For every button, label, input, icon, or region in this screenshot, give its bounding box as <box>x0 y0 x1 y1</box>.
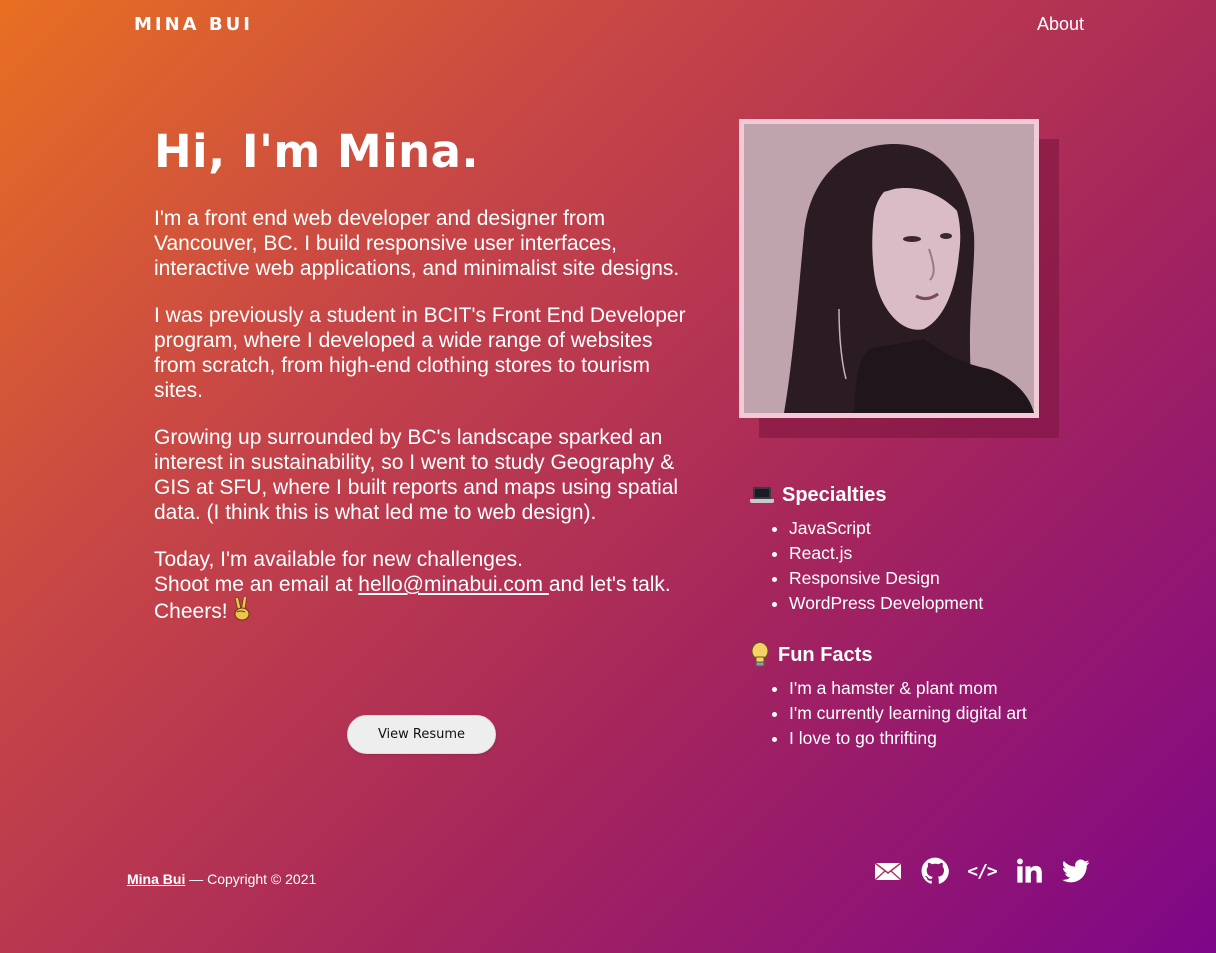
list-item: Responsive Design <box>789 566 983 591</box>
intro-paragraph-2: I was previously a student in BCIT's Fro… <box>154 304 686 402</box>
linkedin-icon[interactable] <box>1015 857 1043 885</box>
availability-text: Today, I'm available for new challenges. <box>154 548 523 571</box>
nav-about-link[interactable]: About <box>1037 14 1084 35</box>
lightbulb-icon <box>751 642 769 667</box>
list-item: React.js <box>789 541 983 566</box>
page-title: Hi, I'm Mina. <box>154 125 480 178</box>
footer-name-link[interactable]: Mina Bui <box>127 871 185 887</box>
github-icon[interactable] <box>921 857 949 885</box>
fun-facts-title: Fun Facts <box>778 644 873 666</box>
list-item: JavaScript <box>789 516 983 541</box>
mail-icon[interactable] <box>874 857 902 885</box>
list-item: I love to go thrifting <box>789 726 1027 751</box>
fun-facts-section: Fun Facts I'm a hamster & plant mom I'm … <box>750 642 1027 751</box>
email-prompt-text: Shoot me an email at <box>154 573 359 596</box>
site-logo[interactable]: MINA BUI <box>134 14 253 35</box>
social-links: </> <box>874 857 1090 885</box>
intro-section: Hi, I'm Mina. I'm a front end web develo… <box>154 126 699 646</box>
twitter-icon[interactable] <box>1062 857 1090 885</box>
specialties-list: JavaScript React.js Responsive Design Wo… <box>789 516 983 616</box>
intro-paragraph-4: Today, I'm available for new challenges.… <box>154 547 699 624</box>
profile-photo <box>739 119 1039 418</box>
code-icon[interactable]: </> <box>967 857 997 885</box>
intro-paragraph-1: I'm a front end web developer and design… <box>154 207 680 280</box>
specialties-section: Specialties JavaScript React.js Responsi… <box>750 482 983 616</box>
peace-hand-icon <box>234 597 250 621</box>
specialties-heading: Specialties <box>750 482 983 508</box>
fun-facts-list: I'm a hamster & plant mom I'm currently … <box>789 676 1027 751</box>
portrait-photo <box>744 124 1034 413</box>
specialties-title: Specialties <box>782 484 887 506</box>
view-resume-button[interactable]: View Resume <box>347 715 496 754</box>
intro-paragraph-3: Growing up surrounded by BC's landscape … <box>154 426 679 524</box>
copyright-text: — Copyright © 2021 <box>185 871 317 887</box>
list-item: WordPress Development <box>789 591 983 616</box>
list-item: I'm a hamster & plant mom <box>789 676 1027 701</box>
fun-facts-heading: Fun Facts <box>750 642 1027 668</box>
laptop-icon <box>750 486 774 504</box>
list-item: I'm currently learning digital art <box>789 701 1027 726</box>
footer-copyright: Mina Bui — Copyright © 2021 <box>127 871 316 887</box>
email-link[interactable]: hello@minabui.com <box>358 573 549 596</box>
